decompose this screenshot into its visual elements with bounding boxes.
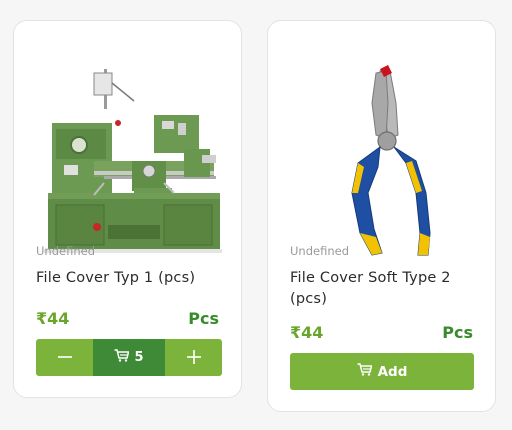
increment-button[interactable] [165,339,222,376]
product-title[interactable]: File Cover Typ 1 (pcs) [36,268,226,289]
product-price: ₹44 [36,309,70,328]
cart-icon [114,349,130,366]
product-image[interactable] [288,43,476,259]
product-price: ₹44 [290,323,324,342]
pliers-icon [351,65,431,256]
add-to-cart-button[interactable]: Add [290,353,474,390]
quantity-stepper: 5 [36,339,222,376]
product-card[interactable]: Undefined File Cover Soft Type 2 (pcs) ₹… [267,20,496,412]
add-button-label: Add [377,363,408,380]
product-image[interactable] [34,43,224,259]
lathe-machine-icon [44,69,224,253]
cart-icon [357,363,373,380]
plus-icon [186,345,201,370]
product-title[interactable]: File Cover Soft Type 2 (pcs) [290,268,480,310]
product-category: Undefined [290,244,349,258]
product-card[interactable]: Undefined File Cover Typ 1 (pcs) ₹44 Pcs… [13,20,242,398]
product-unit: Pcs [442,323,473,342]
product-category: Undefined [36,244,95,258]
minus-icon [57,345,72,370]
product-unit: Pcs [188,309,219,328]
decrement-button[interactable] [36,339,93,376]
cart-quantity: 5 [93,339,165,376]
quantity-value: 5 [134,350,144,365]
